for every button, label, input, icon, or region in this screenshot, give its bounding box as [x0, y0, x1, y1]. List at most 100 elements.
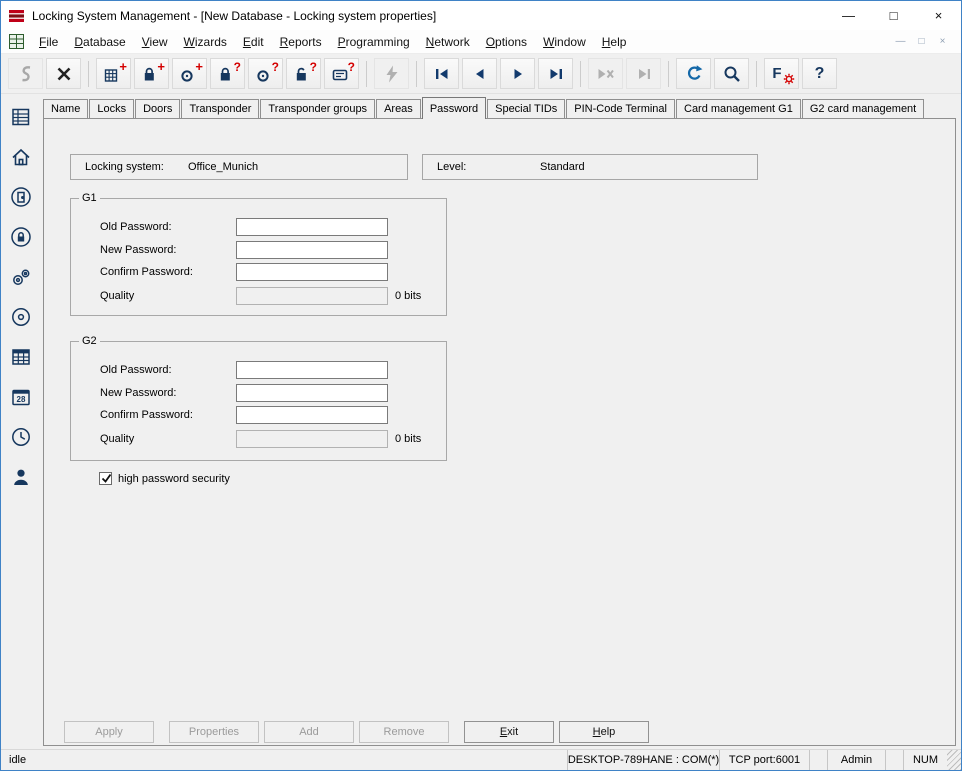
mdi-restore-button[interactable]: □ — [913, 36, 930, 47]
tab-pin-code-terminal[interactable]: PIN-Code Terminal — [566, 99, 675, 118]
toolbar-separator — [88, 61, 89, 87]
g1-old-password-input[interactable] — [236, 218, 388, 236]
g2-old-password-label: Old Password: — [100, 364, 172, 376]
lock-icon — [10, 226, 32, 248]
mdi-close-button[interactable]: × — [934, 36, 951, 47]
tab-doors[interactable]: Doors — [135, 99, 180, 118]
tab-g2-card-management[interactable]: G2 card management — [802, 99, 924, 118]
tab-transponder-groups[interactable]: Transponder groups — [260, 99, 375, 118]
menu-network[interactable]: Network — [418, 32, 478, 52]
question-badge: ? — [348, 61, 355, 73]
toolbar-separator — [580, 61, 581, 87]
home-icon — [10, 146, 32, 168]
door-button[interactable] — [4, 180, 38, 214]
menu-edit[interactable]: Edit — [235, 32, 272, 52]
toolbar-separator — [668, 61, 669, 87]
help-button[interactable]: ? — [802, 58, 837, 89]
password-tab-content: Locking system: Office_Munich Level: Sta… — [43, 118, 956, 746]
plus-badge: + — [157, 60, 165, 73]
menu-bar: File Database View Wizards Edit Reports … — [1, 30, 961, 54]
maximize-button[interactable]: □ — [871, 1, 916, 30]
previous-record-button[interactable] — [462, 58, 497, 89]
locking-system-box: Locking system: Office_Munich — [70, 154, 408, 180]
close-button[interactable]: × — [916, 1, 961, 30]
g1-new-password-input[interactable] — [236, 241, 388, 259]
g1-group: G1 Old Password: New Password: Confirm P… — [70, 198, 447, 316]
help-dialog-button[interactable]: Help — [559, 721, 649, 743]
search-button[interactable] — [714, 58, 749, 89]
menu-wizards[interactable]: Wizards — [176, 32, 235, 52]
status-connection: DESKTOP-789HANE : COM(*) — [567, 750, 719, 770]
last-record-button[interactable] — [538, 58, 573, 89]
new-transponder-button[interactable]: + — [172, 58, 207, 89]
close-icon: × — [935, 8, 943, 23]
transponder-icon — [10, 266, 32, 288]
user-icon — [10, 466, 32, 488]
menu-file[interactable]: File — [31, 32, 66, 52]
filter-settings-button[interactable]: F — [764, 58, 799, 89]
tab-special-tids[interactable]: Special TIDs — [487, 99, 565, 118]
tab-locks[interactable]: Locks — [89, 99, 134, 118]
high-security-checkbox[interactable] — [99, 472, 112, 485]
resize-grip[interactable] — [947, 750, 961, 770]
first-record-button[interactable] — [424, 58, 459, 89]
calendar-button[interactable]: 28 — [4, 380, 38, 414]
tab-card-management-g1[interactable]: Card management G1 — [676, 99, 801, 118]
disconnect-button[interactable] — [46, 58, 81, 89]
g1-confirm-password-label: Confirm Password: — [100, 266, 193, 278]
transponder-button[interactable] — [4, 260, 38, 294]
mdi-minimize-button[interactable]: — — [892, 36, 909, 47]
g2-old-password-input[interactable] — [236, 361, 388, 379]
calendar-day-label: 28 — [4, 395, 38, 404]
status-keyboard-num: NUM — [903, 750, 947, 770]
menu-help[interactable]: Help — [594, 32, 635, 52]
window-title: Locking System Management - [New Databas… — [32, 9, 436, 23]
g1-confirm-password-input[interactable] — [236, 263, 388, 281]
tab-name[interactable]: Name — [43, 99, 88, 118]
menu-view[interactable]: View — [134, 32, 176, 52]
program-button — [374, 58, 409, 89]
read-lock-2-button[interactable]: ? — [286, 58, 321, 89]
lightning-icon — [382, 64, 402, 84]
plus-badge: + — [119, 60, 127, 73]
apply-button: Apply — [64, 721, 154, 743]
check-icon — [100, 472, 111, 485]
tab-areas[interactable]: Areas — [376, 99, 421, 118]
lock-button[interactable] — [4, 220, 38, 254]
network-button[interactable] — [4, 300, 38, 334]
read-lock-button[interactable]: ? — [210, 58, 245, 89]
new-locking-system-button[interactable]: + — [96, 58, 131, 89]
new-lock-button[interactable]: + — [134, 58, 169, 89]
g2-new-password-input[interactable] — [236, 384, 388, 402]
read-transponder-button[interactable]: ? — [248, 58, 283, 89]
status-cell-empty-2 — [885, 750, 903, 770]
menu-programming[interactable]: Programming — [330, 32, 418, 52]
refresh-button[interactable] — [676, 58, 711, 89]
level-value: Standard — [540, 161, 585, 173]
next-record-button[interactable] — [500, 58, 535, 89]
menu-database[interactable]: Database — [66, 32, 133, 52]
title-bar: Locking System Management - [New Databas… — [1, 1, 961, 30]
menu-reports[interactable]: Reports — [272, 32, 330, 52]
g2-confirm-password-input[interactable] — [236, 406, 388, 424]
menu-options[interactable]: Options — [478, 32, 535, 52]
plus-badge: + — [195, 60, 203, 73]
high-security-label: high password security — [118, 473, 230, 485]
tab-transponder[interactable]: Transponder — [181, 99, 259, 118]
tab-password[interactable]: Password — [422, 97, 486, 119]
g2-new-password-label: New Password: — [100, 387, 176, 399]
read-terminal-button[interactable]: ? — [324, 58, 359, 89]
refresh-icon — [684, 64, 704, 84]
matrix-view-button[interactable] — [4, 100, 38, 134]
question-badge: ? — [234, 61, 241, 73]
home-button[interactable] — [4, 140, 38, 174]
user-button[interactable] — [4, 460, 38, 494]
exit-button[interactable]: Exit — [464, 721, 554, 743]
high-security-row: high password security — [99, 472, 230, 485]
window-controls: — □ × — [826, 1, 961, 30]
menu-window[interactable]: Window — [535, 32, 594, 52]
g1-quality-label: Quality — [100, 290, 134, 302]
table-view-button[interactable] — [4, 340, 38, 374]
minimize-button[interactable]: — — [826, 1, 871, 30]
history-button[interactable] — [4, 420, 38, 454]
